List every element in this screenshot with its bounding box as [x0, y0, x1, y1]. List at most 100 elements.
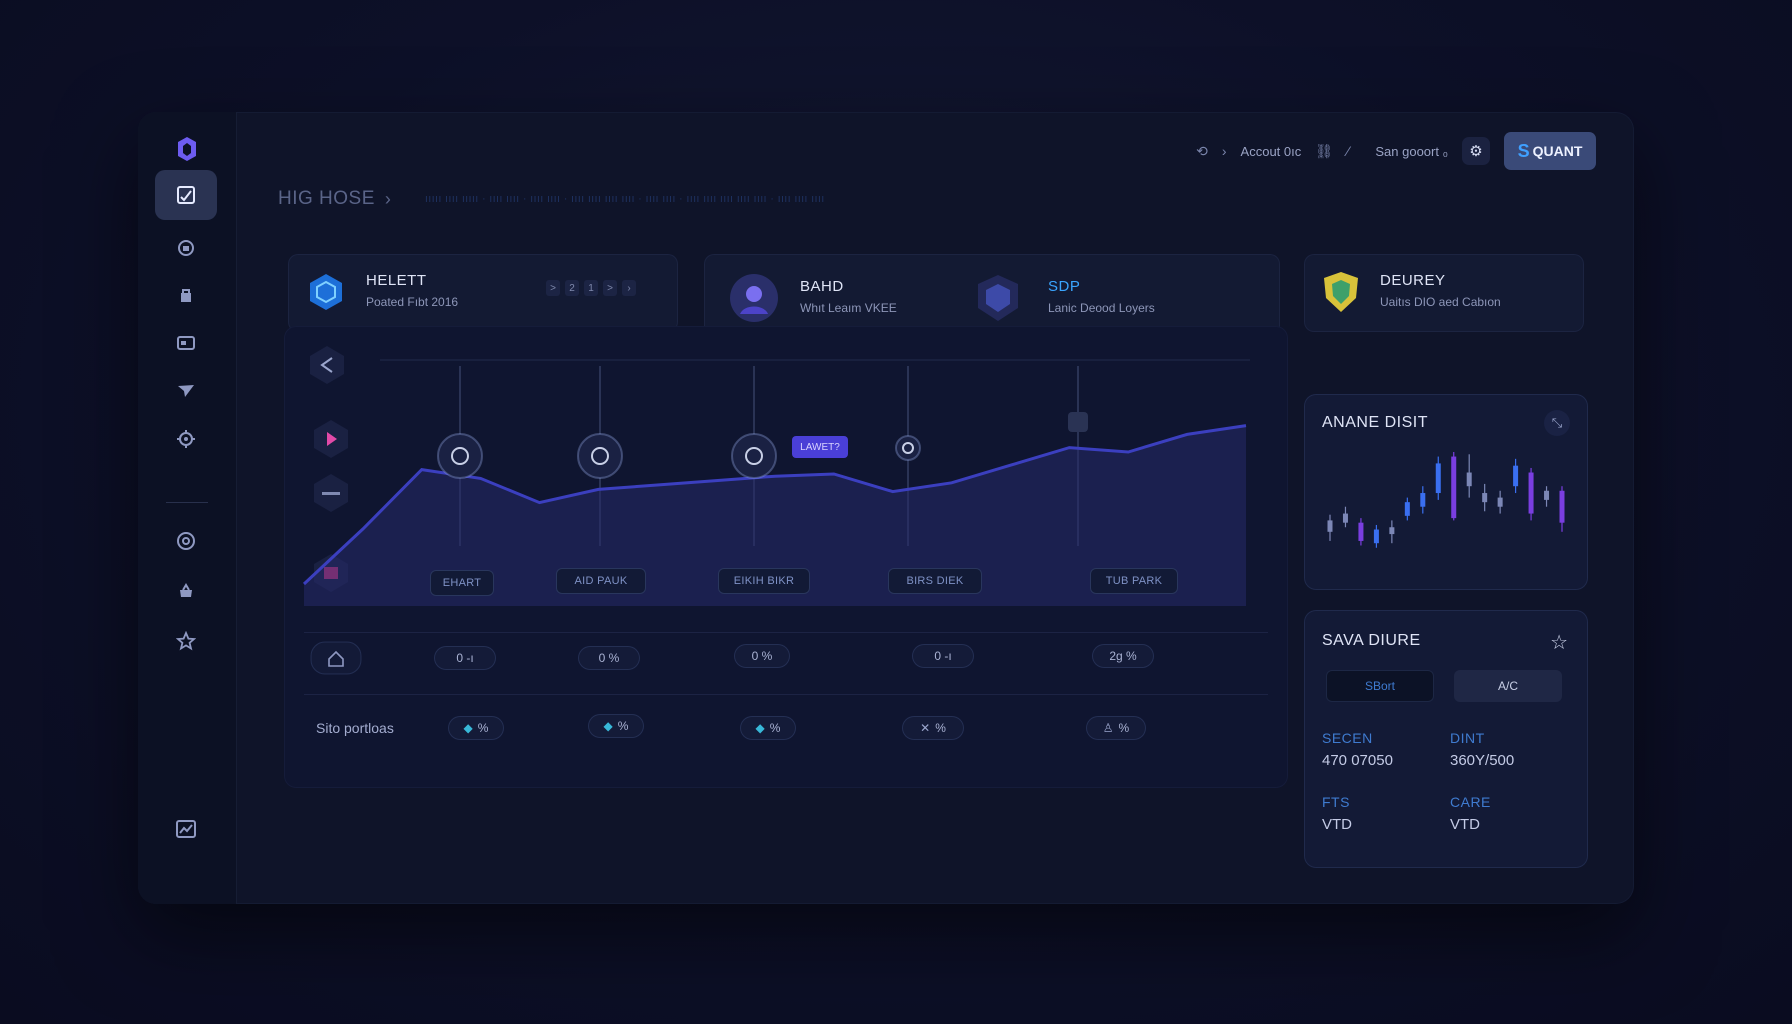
- value-pill-2[interactable]: 0 %: [578, 646, 640, 670]
- globe-icon: [177, 532, 195, 550]
- field-label: FTS: [1322, 794, 1350, 810]
- gear-button[interactable]: ⚙: [1462, 137, 1490, 165]
- edit-icon[interactable]: ⁄: [1347, 143, 1349, 159]
- pager-last-button[interactable]: ›: [622, 280, 636, 296]
- account-link[interactable]: Accout 0ıc: [1241, 144, 1302, 159]
- sidebar-item-dashboard[interactable]: [155, 170, 217, 220]
- app-window: ⟲ › Accout 0ıc ⛓ ⁄ San gooort ₀ ⚙ S QUAN…: [138, 112, 1634, 904]
- drop-icon: ◆: [463, 721, 473, 735]
- candle-body: [1559, 490, 1565, 523]
- sidebar-item-send[interactable]: [155, 366, 217, 416]
- sidebar-item-bag[interactable]: [155, 270, 217, 320]
- candle-body: [1373, 529, 1379, 544]
- node-marker[interactable]: [895, 435, 921, 461]
- node-label-1[interactable]: EHART: [430, 570, 494, 596]
- value-pill-4[interactable]: 0 -ı: [912, 644, 974, 668]
- sidebar-item-global[interactable]: [155, 516, 217, 566]
- cube-icon: [310, 274, 342, 310]
- value-pill-5[interactable]: 2g %: [1092, 644, 1154, 668]
- candle-body: [1451, 456, 1457, 519]
- portion-pill-5[interactable]: ♙%: [1086, 716, 1146, 740]
- top-actions: ⟲ › Accout 0ıc ⛓ ⁄ San gooort ₀ ⚙ S QUAN…: [1196, 132, 1596, 170]
- panel-title: SAVA DIURE: [1322, 632, 1421, 649]
- segment-ac[interactable]: A/C: [1454, 670, 1562, 702]
- market-chart-panel: LAWET? EHART AID PAUK EIKIH BIKR BIRS DI…: [284, 326, 1288, 788]
- pager-page-2[interactable]: 2: [565, 280, 579, 296]
- panel-title: ANANE DISIT: [1322, 414, 1428, 431]
- expand-icon[interactable]: ⤡: [1544, 410, 1570, 436]
- node-marker[interactable]: [577, 433, 623, 479]
- card-icon: [177, 336, 195, 350]
- sidebar-item-basket[interactable]: [155, 566, 217, 616]
- card-subtitle: Poated Fıbt 2016: [366, 295, 459, 309]
- quant-logo-icon: S: [1517, 140, 1530, 161]
- link-icon[interactable]: ⛓: [1315, 143, 1333, 160]
- sidebar-item-monitor[interactable]: [155, 804, 217, 854]
- sidebar-item-security[interactable]: [155, 222, 217, 272]
- divider: [304, 694, 1268, 695]
- value-pill-3[interactable]: 0 %: [734, 644, 790, 668]
- sidebar-item-cards[interactable]: [155, 318, 217, 368]
- bag-icon: [181, 289, 191, 302]
- portion-pill-3[interactable]: ◆%: [740, 716, 796, 740]
- summary-card-helett[interactable]: HELETT Poated Fıbt 2016 > 2 1 > ›: [288, 254, 678, 332]
- card-bahd[interactable]: BAHD Whıt Leaım VKEE: [800, 278, 897, 315]
- candle-body: [1544, 490, 1550, 500]
- portion-pill-2[interactable]: ◆%: [588, 714, 644, 738]
- home-icon[interactable]: [310, 638, 362, 678]
- portion-value: %: [477, 721, 489, 735]
- node-marker[interactable]: [437, 433, 483, 479]
- portion-value: %: [617, 719, 629, 733]
- card-subtitle: Lanic Deood Loyers: [1048, 301, 1155, 315]
- pager-next-button[interactable]: >: [603, 280, 617, 296]
- card-title: SDP: [1048, 278, 1081, 295]
- person-icon: ♙: [1102, 721, 1114, 735]
- node-label-3[interactable]: EIKIH BIKR: [718, 568, 810, 594]
- summary-card-deurey[interactable]: DEUREY Uaitıs DIO aed Cabıon: [1304, 254, 1584, 332]
- card-title: HELETT: [366, 272, 427, 289]
- node-marker-square[interactable]: [1068, 412, 1088, 432]
- node-label-2[interactable]: AID PAUK: [556, 568, 646, 594]
- candle-body: [1420, 493, 1426, 507]
- candlestick-chart: [1327, 452, 1565, 548]
- pager-page-1[interactable]: 1: [584, 280, 598, 296]
- card-subtitle: Whıt Leaım VKEE: [800, 301, 897, 315]
- candle-body: [1528, 472, 1534, 514]
- breadcrumb: HIG HOSE › ııııı ıııı ııııı · ıııı ıııı …: [278, 188, 825, 210]
- analytics-panel: ANANE DISIT ⤡: [1304, 394, 1588, 590]
- sidebar-item-settings[interactable]: [155, 414, 217, 464]
- node-label-4[interactable]: BIRS DIEK: [888, 568, 982, 594]
- breadcrumb-trail[interactable]: ııııı ıııı ııııı · ıııı ıııı · ıııı ıııı…: [425, 193, 825, 205]
- sidebar-item-favorites[interactable]: [155, 616, 217, 666]
- segment-short[interactable]: SBort: [1326, 670, 1434, 702]
- sidebar-divider: [166, 502, 208, 503]
- chart-check-icon: [177, 186, 195, 204]
- field-label: DINT: [1450, 730, 1485, 746]
- node-label-5[interactable]: TUB PARK: [1090, 568, 1178, 594]
- portion-value: %: [769, 721, 781, 735]
- card-sdp[interactable]: SDP Lanic Deood Loyers: [1048, 278, 1155, 315]
- basket-icon: [180, 583, 192, 597]
- value-pill-1[interactable]: 0 -ı: [434, 646, 496, 670]
- card-title: DEUREY: [1380, 272, 1446, 289]
- candle-body: [1482, 493, 1488, 503]
- drop-icon: ◆: [755, 721, 765, 735]
- user-menu[interactable]: San gooort ₀: [1375, 144, 1448, 159]
- sidebar: [138, 112, 237, 904]
- candle-body: [1466, 472, 1472, 487]
- favorite-star-icon[interactable]: ☆: [1550, 630, 1568, 655]
- quant-label: QUANT: [1532, 143, 1583, 159]
- field-label: CARE: [1450, 794, 1491, 810]
- divider: [304, 632, 1268, 633]
- portion-pill-4[interactable]: ✕%: [902, 716, 964, 740]
- chart-tag[interactable]: LAWET?: [792, 436, 848, 458]
- candle-body: [1358, 522, 1364, 541]
- node-marker[interactable]: [731, 433, 777, 479]
- candle-body: [1435, 463, 1441, 494]
- portion-pill-1[interactable]: ◆%: [448, 716, 504, 740]
- pager-prev-button[interactable]: >: [546, 280, 560, 296]
- field-label: SECEN: [1322, 730, 1373, 746]
- quant-button[interactable]: S QUANT: [1504, 132, 1596, 170]
- card-pager: > 2 1 > ›: [546, 280, 636, 296]
- refresh-icon[interactable]: ⟲: [1196, 143, 1208, 160]
